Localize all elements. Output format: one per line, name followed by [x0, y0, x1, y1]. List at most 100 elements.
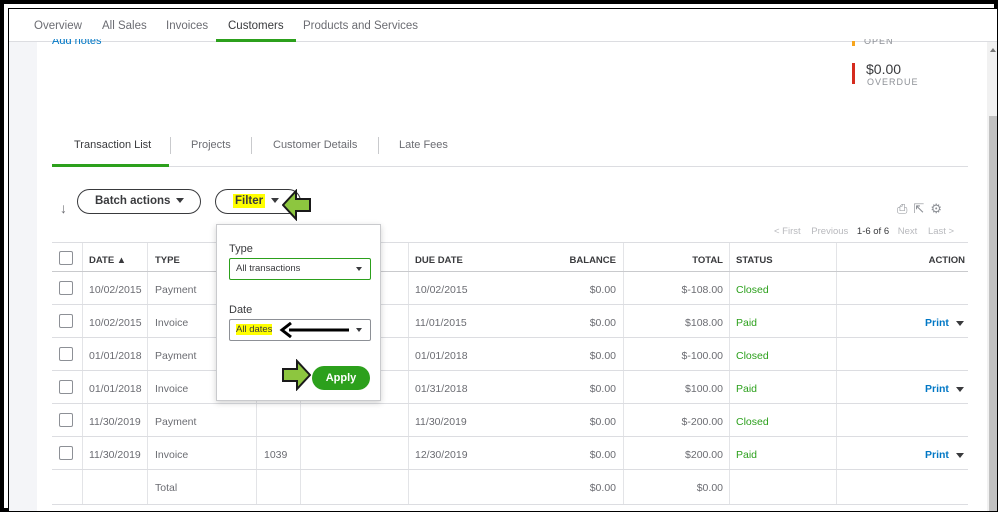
pagination: < First Previous 1-6 of 6 Next Last >	[774, 226, 954, 237]
row-checkbox[interactable]	[59, 413, 73, 427]
tab-overview[interactable]: Overview	[34, 9, 82, 42]
cell-type: Payment	[155, 416, 197, 428]
scroll-up-arrow-icon[interactable]	[990, 48, 996, 52]
cell-due-date: 11/01/2015	[415, 317, 467, 329]
tab-invoices[interactable]: Invoices	[166, 9, 208, 42]
tab-products-services[interactable]: Products and Services	[303, 9, 418, 42]
table-row[interactable]: 11/30/2019 Invoice 1039 12/30/2019 $0.00…	[52, 437, 968, 470]
tab-transaction-list[interactable]: Transaction List	[74, 133, 151, 166]
row-checkbox[interactable]	[59, 347, 73, 361]
header-due-date[interactable]: DUE DATE	[415, 255, 463, 266]
chevron-down-icon[interactable]	[955, 386, 964, 392]
overdue-label: OVERDUE	[867, 77, 919, 87]
cell-date: 01/01/2018	[89, 383, 142, 395]
pager-previous[interactable]: Previous	[811, 226, 848, 237]
table-row[interactable]: 10/02/2015 Payment 10/02/2015 $0.00 $-10…	[52, 272, 968, 305]
active-tab-indicator	[52, 164, 169, 167]
top-navigation: Overview All Sales Invoices Customers Pr…	[9, 9, 997, 42]
pager-last[interactable]: Last >	[928, 226, 954, 237]
pager-current: 1-6 of 6	[856, 226, 890, 237]
tab-separator	[251, 137, 252, 154]
annotation-arrow-apply-icon	[282, 359, 311, 391]
table-row[interactable]: 01/01/2018 Invoice 01/31/2018 $0.00 $100…	[52, 371, 968, 404]
batch-actions-label: Batch actions	[95, 195, 171, 207]
page-scrollbar[interactable]	[987, 42, 997, 511]
batch-actions-button[interactable]: Batch actions	[77, 189, 201, 214]
cell-type: Invoice	[155, 449, 189, 461]
header-status[interactable]: STATUS	[736, 255, 773, 266]
cell-total: $-108.00	[681, 284, 723, 296]
cell-status: Paid	[736, 449, 758, 461]
cell-due-date: 01/31/2018	[415, 383, 468, 395]
tab-separator	[378, 137, 379, 154]
cell-balance: $0.00	[589, 416, 616, 428]
cell-date: 10/02/2015	[89, 317, 142, 329]
cell-balance: $0.00	[589, 383, 616, 395]
cell-date: 11/30/2019	[89, 416, 141, 428]
table-row[interactable]: 11/30/2019 Payment 11/30/2019 $0.00 $-20…	[52, 404, 968, 437]
tab-customer-details[interactable]: Customer Details	[273, 133, 357, 166]
chevron-down-icon	[356, 267, 362, 271]
table-row[interactable]: 01/01/2018 Payment 01/01/2018 $0.00 $-10…	[52, 338, 968, 371]
overdue-indicator-bar	[852, 63, 855, 84]
print-link[interactable]: Print	[925, 317, 949, 329]
cell-status: Closed	[736, 350, 769, 362]
annotation-arrow-date-icon	[279, 322, 349, 338]
total-label: Total	[155, 482, 178, 494]
tab-projects[interactable]: Projects	[191, 133, 231, 166]
table-row[interactable]: 10/02/2015 Invoice 11/01/2015 $0.00 $108…	[52, 305, 968, 338]
header-balance[interactable]: BALANCE	[522, 255, 616, 266]
type-select[interactable]: All transactions	[229, 258, 371, 280]
row-checkbox[interactable]	[59, 446, 73, 460]
cell-balance: $0.00	[589, 317, 616, 329]
sort-icon[interactable]: ↓	[60, 200, 67, 216]
tab-late-fees[interactable]: Late Fees	[399, 133, 448, 166]
cell-total: $200.00	[685, 449, 723, 461]
cell-date: 10/02/2015	[89, 284, 142, 296]
scrollbar-thumb[interactable]	[989, 116, 997, 511]
cell-due-date: 10/02/2015	[415, 284, 468, 296]
header-type[interactable]: TYPE	[155, 255, 180, 266]
table-tools: ⎙ ⇱ ⚙	[897, 201, 948, 217]
apply-button[interactable]: Apply	[312, 366, 370, 390]
pager-next[interactable]: Next	[898, 226, 918, 237]
settings-gear-icon[interactable]: ⚙	[930, 201, 942, 216]
cell-status: Paid	[736, 383, 758, 395]
cell-status: Closed	[736, 284, 769, 296]
chevron-down-icon	[356, 328, 362, 332]
row-checkbox[interactable]	[59, 281, 73, 295]
total-balance: $0.00	[589, 482, 616, 494]
tab-all-sales[interactable]: All Sales	[102, 9, 147, 42]
chevron-down-icon[interactable]	[955, 320, 964, 326]
tab-customers[interactable]: Customers	[216, 9, 296, 42]
print-icon[interactable]: ⎙	[897, 201, 907, 216]
select-all-checkbox[interactable]	[59, 251, 73, 265]
header-date[interactable]: DATE ▲	[89, 255, 126, 266]
cell-balance: $0.00	[589, 284, 616, 296]
print-link[interactable]: Print	[925, 383, 949, 395]
pager-first[interactable]: < First	[774, 226, 801, 237]
customer-subtabs: Transaction List Projects Customer Detai…	[52, 133, 968, 167]
cell-date: 01/01/2018	[89, 350, 142, 362]
overdue-amount: $0.00	[866, 61, 902, 77]
header-total[interactable]: TOTAL	[629, 255, 723, 266]
type-select-value: All transactions	[236, 263, 301, 274]
print-link[interactable]: Print	[925, 449, 949, 461]
cell-date: 11/30/2019	[89, 449, 141, 461]
cell-due-date: 12/30/2019	[415, 449, 468, 461]
print-action[interactable]: Print	[925, 383, 964, 395]
print-action[interactable]: Print	[925, 449, 964, 461]
row-checkbox[interactable]	[59, 380, 73, 394]
cell-status: Closed	[736, 416, 769, 428]
export-icon[interactable]: ⇱	[913, 201, 924, 216]
cell-due-date: 11/30/2019	[415, 416, 467, 428]
print-action[interactable]: Print	[925, 317, 964, 329]
row-checkbox[interactable]	[59, 314, 73, 328]
annotation-arrow-filter-icon	[282, 189, 311, 221]
total-amount: $0.00	[696, 482, 723, 494]
add-notes-link[interactable]: Add notes	[52, 39, 102, 47]
type-label: Type	[229, 243, 253, 255]
cell-total: $100.00	[685, 383, 723, 395]
chevron-down-icon[interactable]	[955, 452, 964, 458]
chevron-down-icon	[176, 198, 185, 204]
